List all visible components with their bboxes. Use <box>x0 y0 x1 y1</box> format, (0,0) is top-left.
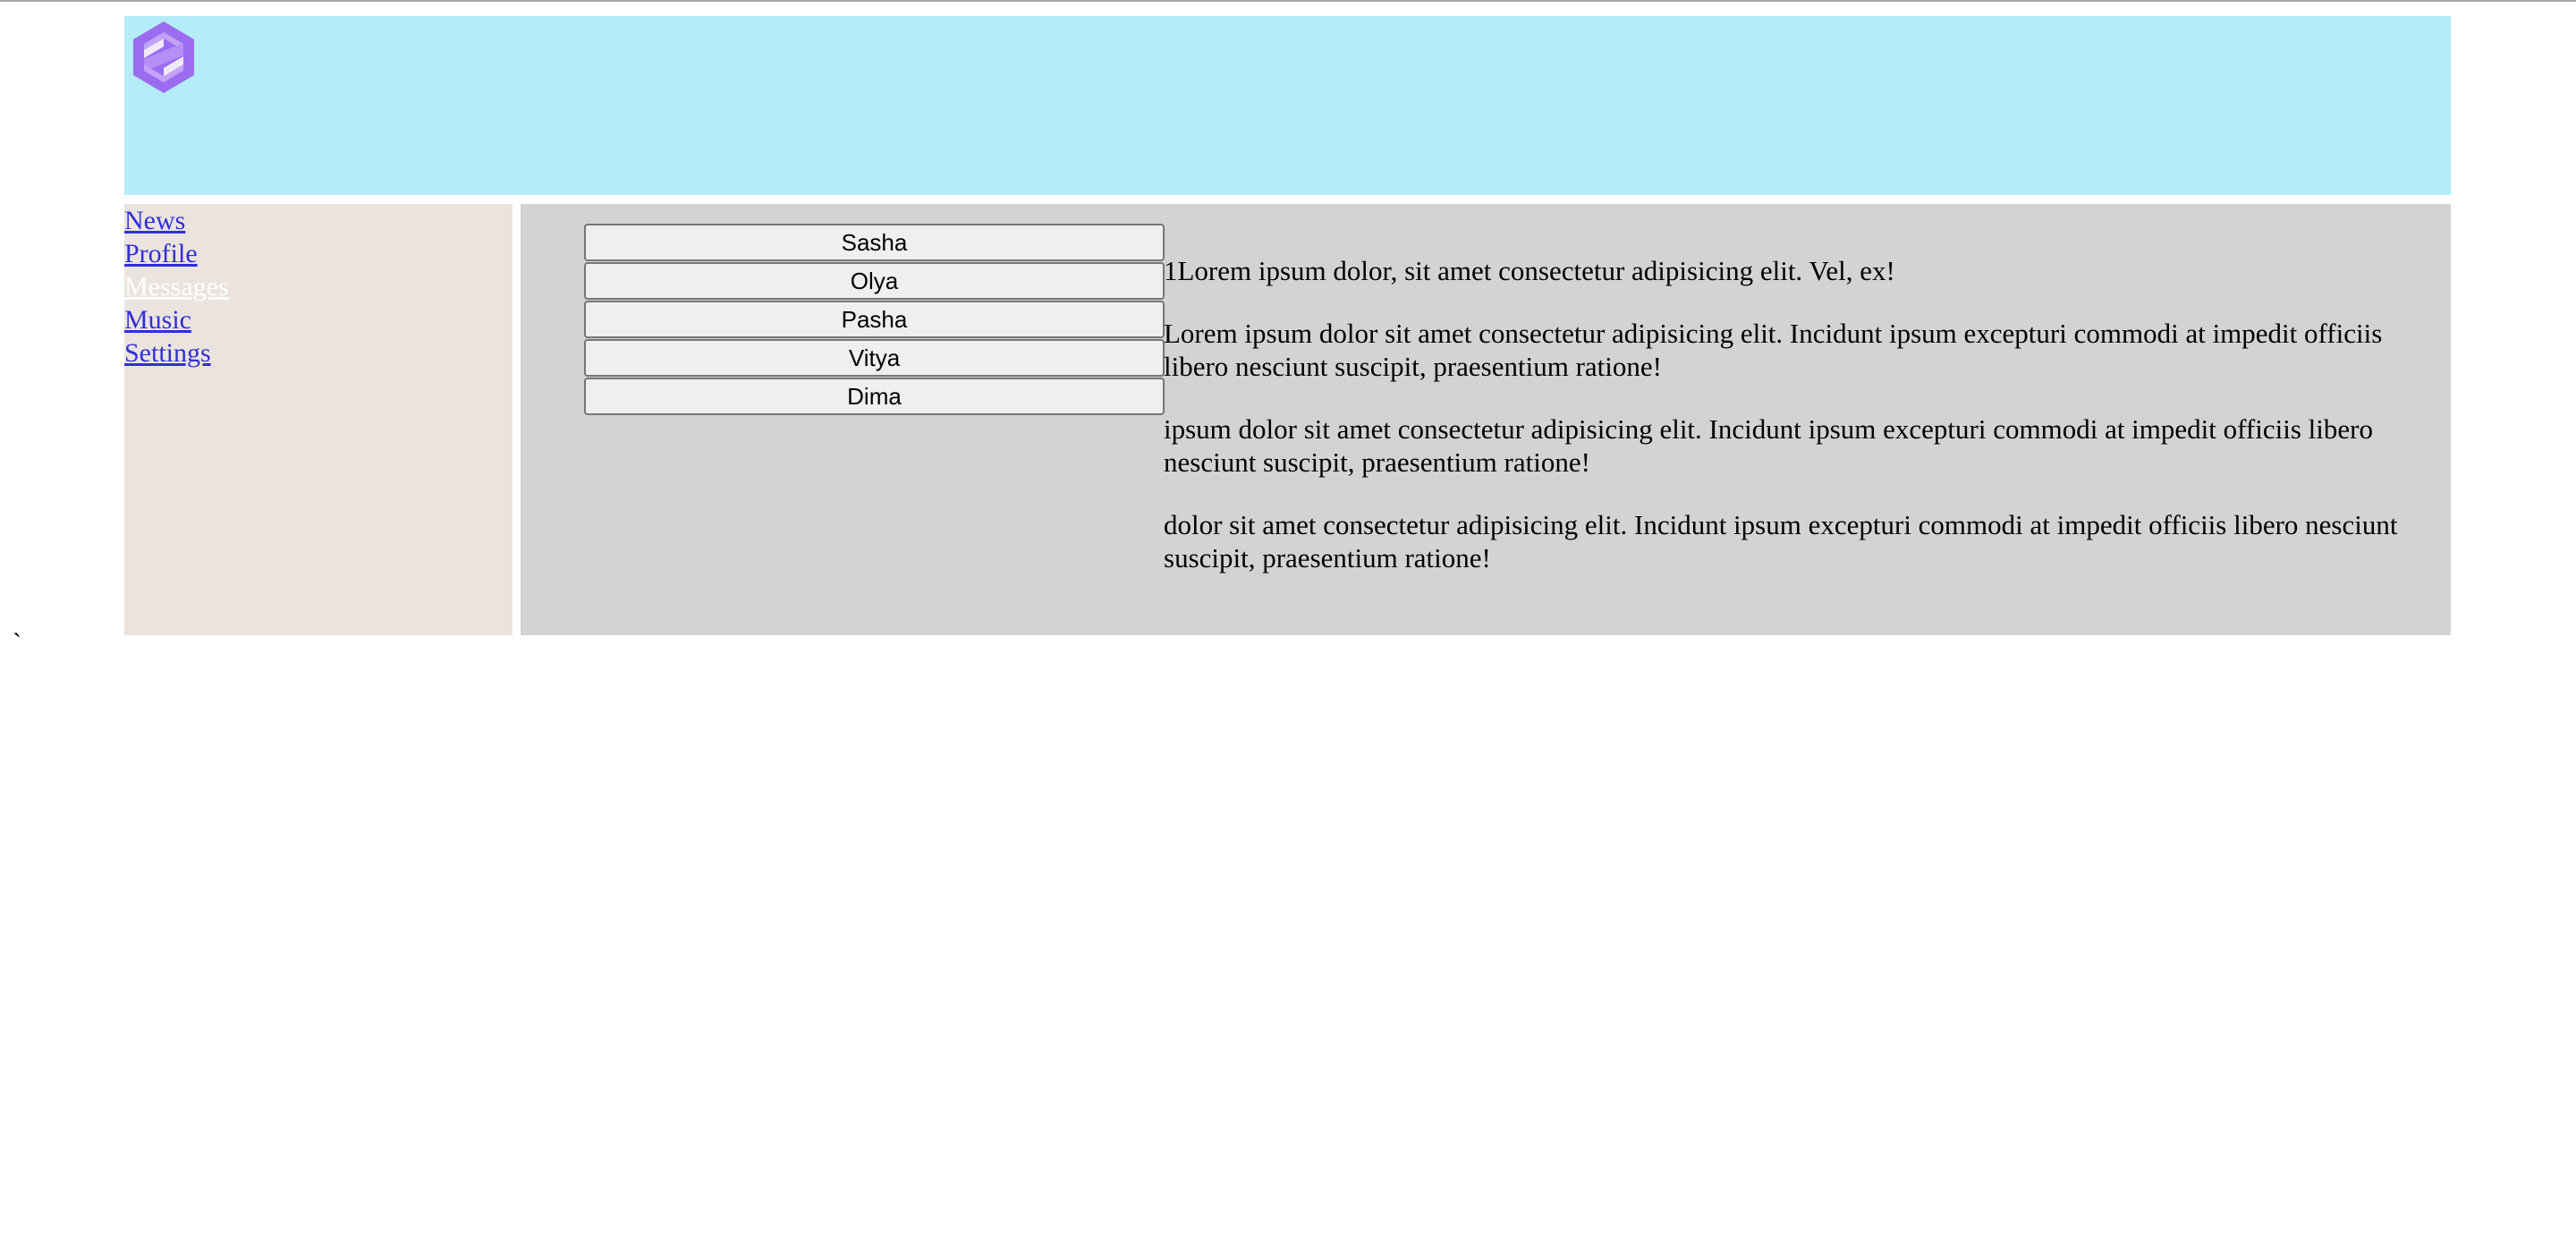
top-border <box>0 0 2576 2</box>
message-text: ipsum dolor sit amet consectetur adipisi… <box>1164 413 2373 478</box>
dialogs-content: Sasha Olya Pasha Vitya Dima 1Lorem ipsum… <box>521 204 2451 635</box>
dialog-button-dima[interactable]: Dima <box>584 378 1165 415</box>
nav-link-news[interactable]: News <box>124 204 513 237</box>
dialog-button-sasha[interactable]: Sasha <box>584 224 1165 261</box>
messages-list: 1Lorem ipsum dolor, sit amet consectetur… <box>1164 254 2445 604</box>
dialog-button-vitya[interactable]: Vitya <box>584 339 1165 377</box>
page-header <box>124 16 2451 195</box>
message-text: dolor sit amet consectetur adipisicing e… <box>1164 509 2398 574</box>
dialogs-list: Sasha Olya Pasha Vitya Dima <box>584 224 1165 416</box>
stray-backtick-text: ` <box>13 628 21 658</box>
hexagon-logo-icon <box>131 20 196 106</box>
nav-link-messages[interactable]: Messages <box>124 270 513 303</box>
nav-link-settings[interactable]: Settings <box>124 336 513 370</box>
sidebar-nav: News Profile Messages Music Settings <box>124 204 513 635</box>
message-text: Lorem ipsum dolor sit amet consectetur a… <box>1164 318 2383 382</box>
nav-link-music[interactable]: Music <box>124 303 513 336</box>
dialog-button-olya[interactable]: Olya <box>584 262 1165 300</box>
nav-link-profile[interactable]: Profile <box>124 237 513 270</box>
dialog-button-pasha[interactable]: Pasha <box>584 301 1165 338</box>
message-text: 1Lorem ipsum dolor, sit amet consectetur… <box>1164 255 1895 286</box>
